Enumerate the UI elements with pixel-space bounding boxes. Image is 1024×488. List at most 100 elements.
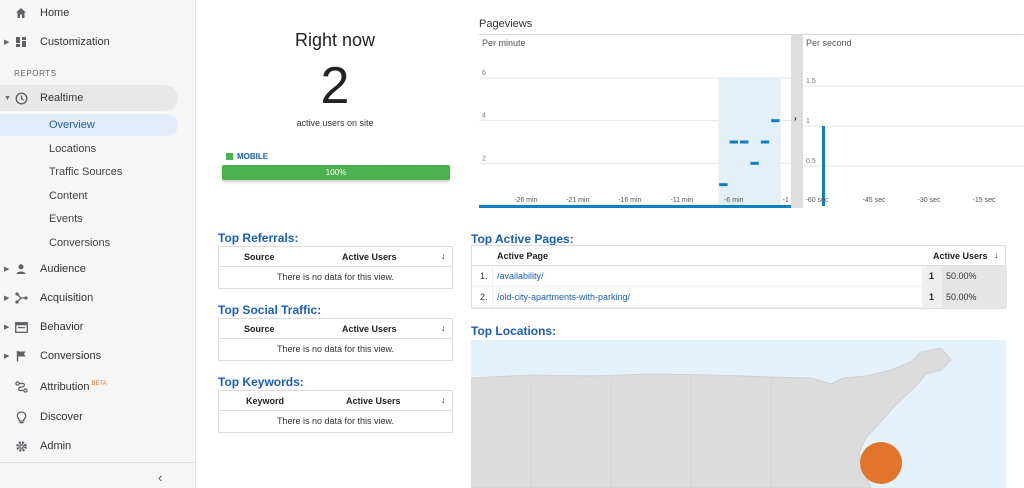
y-tick-label: 4 <box>482 113 486 120</box>
chart-splitter <box>791 34 803 208</box>
sidebar-subitem-events[interactable]: Events <box>0 208 178 230</box>
acquisition-icon <box>14 291 28 305</box>
sidebar-subitem-overview[interactable]: Overview <box>0 114 178 136</box>
x-tick-label: -26 min <box>514 197 537 204</box>
sort-arrow-icon[interactable]: ↓ <box>441 323 446 333</box>
sidebar-item-label: Admin <box>40 440 72 452</box>
active-users-percent: 50.00% <box>946 271 977 281</box>
sidebar-item-realtime[interactable]: ▼ Realtime <box>0 85 178 111</box>
sidebar-subitem-content[interactable]: Content <box>0 185 178 207</box>
per-second-chart: 0.5 1 1.5 -60 sec -45 sec -30 sec -15 sec <box>803 78 1023 206</box>
location-marker[interactable] <box>860 442 902 484</box>
x-tick-label: -60 sec <box>806 197 829 204</box>
top-keywords-title: Top Keywords: <box>218 375 304 389</box>
beta-badge: BETA <box>91 381 107 387</box>
x-tick-label: -21 min <box>566 197 589 204</box>
top-active-pages-table: Active Page Active Users ↓ 1. /availabil… <box>471 245 1007 309</box>
x-tick-label: -45 sec <box>863 197 886 204</box>
active-users-subtitle: active users on site <box>296 118 374 128</box>
sidebar-item-label: Customization <box>40 36 110 48</box>
top-referrals-title: Top Referrals: <box>218 231 299 245</box>
sidebar-subitem-traffic-sources[interactable]: Traffic Sources <box>0 161 178 183</box>
sidebar-divider <box>0 462 196 463</box>
table-header: Source Active Users ↓ <box>219 319 452 339</box>
sidebar-item-customization[interactable]: ▶ Customization <box>0 29 196 55</box>
mobile-swatch <box>226 153 233 160</box>
y-tick-label: 1 <box>806 118 810 125</box>
sidebar-item-admin[interactable]: Admin <box>0 433 196 459</box>
per-minute-bar <box>729 140 738 144</box>
sidebar-item-label: Conversions <box>40 350 102 362</box>
top-keywords-table: Keyword Active Users ↓ There is no data … <box>218 390 453 433</box>
empty-row: There is no data for this view. <box>276 272 395 282</box>
column-header-active-users[interactable]: Active Users <box>342 252 397 262</box>
reports-section-label: REPORTS <box>14 69 57 78</box>
top-social-title: Top Social Traffic: <box>218 303 322 317</box>
top-locations-title: Top Locations: <box>471 324 557 338</box>
per-minute-chart: 2 4 6 -26 min -21 min -16 min -11 min -6 min -1 <box>479 70 791 208</box>
sidebar-item-label: Behavior <box>40 321 84 333</box>
flag-icon <box>14 349 28 363</box>
sidebar-item-conversions[interactable]: ▶ Conversions <box>0 343 196 369</box>
sidebar-item-home[interactable]: Home <box>0 0 196 26</box>
gear-icon <box>14 439 28 453</box>
sort-arrow-icon[interactable]: ↓ <box>994 250 999 260</box>
top-active-pages-title: Top Active Pages: <box>471 232 574 246</box>
sidebar-subitem-locations[interactable]: Locations <box>0 138 178 160</box>
active-page-link[interactable]: /availability/ <box>497 271 544 281</box>
row-rank: 1. <box>480 271 488 281</box>
row-rank: 2. <box>480 292 488 302</box>
chevron-right-icon[interactable]: › <box>794 114 797 123</box>
caret-right-icon: ▶ <box>4 295 10 302</box>
lightbulb-icon <box>14 410 28 424</box>
collapse-sidebar-button[interactable]: ‹ <box>158 470 162 485</box>
active-users-percent: 50.00% <box>946 292 977 302</box>
sort-arrow-icon[interactable]: ↓ <box>441 395 446 405</box>
active-window-shade <box>718 78 781 206</box>
column-header-active-users[interactable]: Active Users <box>346 396 401 406</box>
table-header: Source Active Users ↓ <box>219 247 452 267</box>
y-tick-label: 2 <box>482 155 486 162</box>
table-row: 1. /availability/ 1 50.00% <box>472 266 1007 287</box>
active-users-count: 2 <box>320 57 350 115</box>
us-map-outline <box>471 347 952 488</box>
column-header-source[interactable]: Source <box>244 324 275 334</box>
sidebar-item-attribution[interactable]: Attribution BETA <box>0 374 196 400</box>
y-tick-label: 1.5 <box>806 78 816 85</box>
x-tick-label: -15 sec <box>973 197 996 204</box>
table-header: Keyword Active Users ↓ <box>219 391 452 411</box>
y-tick-label: 0.5 <box>806 158 816 165</box>
sidebar-subitem-conversions[interactable]: Conversions <box>0 232 178 254</box>
sidebar-item-discover[interactable]: Discover <box>0 404 196 430</box>
x-tick-label: -30 sec <box>918 197 941 204</box>
sidebar-item-label: Home <box>40 7 70 19</box>
column-header-source[interactable]: Source <box>244 252 275 262</box>
pageviews-title: Pageviews <box>479 18 533 30</box>
sidebar-item-label: Audience <box>40 263 86 275</box>
caret-right-icon: ▶ <box>4 266 10 273</box>
caret-down-icon: ▼ <box>4 94 11 102</box>
active-users-value: 1 <box>929 271 935 281</box>
column-header-active-users[interactable]: Active Users <box>933 251 988 261</box>
table-row: 2. /old-city-apartments-with-parking/ 1 … <box>472 287 1007 308</box>
sidebar-item-acquisition[interactable]: ▶ Acquisition <box>0 285 196 311</box>
per-minute-bar <box>760 140 770 144</box>
sidebar-item-audience[interactable]: ▶ Audience <box>0 256 196 282</box>
clock-icon <box>14 91 28 105</box>
sort-arrow-icon[interactable]: ↓ <box>441 251 446 261</box>
device-label: MOBILE <box>237 152 269 161</box>
top-referrals-table: Source Active Users ↓ There is no data f… <box>218 246 453 289</box>
column-header-active-users[interactable]: Active Users <box>342 324 397 334</box>
empty-row: There is no data for this view. <box>276 344 395 354</box>
per-minute-bar <box>719 183 728 187</box>
x-tick-label: -1 <box>783 197 789 204</box>
column-header-active-page[interactable]: Active Page <box>497 251 548 261</box>
column-header-keyword[interactable]: Keyword <box>246 396 284 406</box>
active-page-link[interactable]: /old-city-apartments-with-parking/ <box>497 292 630 302</box>
dashboard-icon <box>14 35 28 49</box>
locations-map[interactable] <box>471 340 1006 488</box>
sidebar-item-behavior[interactable]: ▶ Behavior <box>0 314 196 340</box>
sidebar: Home ▶ Customization REPORTS ▼ Realtime … <box>0 0 196 488</box>
caret-right-icon: ▶ <box>4 39 10 46</box>
x-tick-label: -6 min <box>724 197 744 204</box>
